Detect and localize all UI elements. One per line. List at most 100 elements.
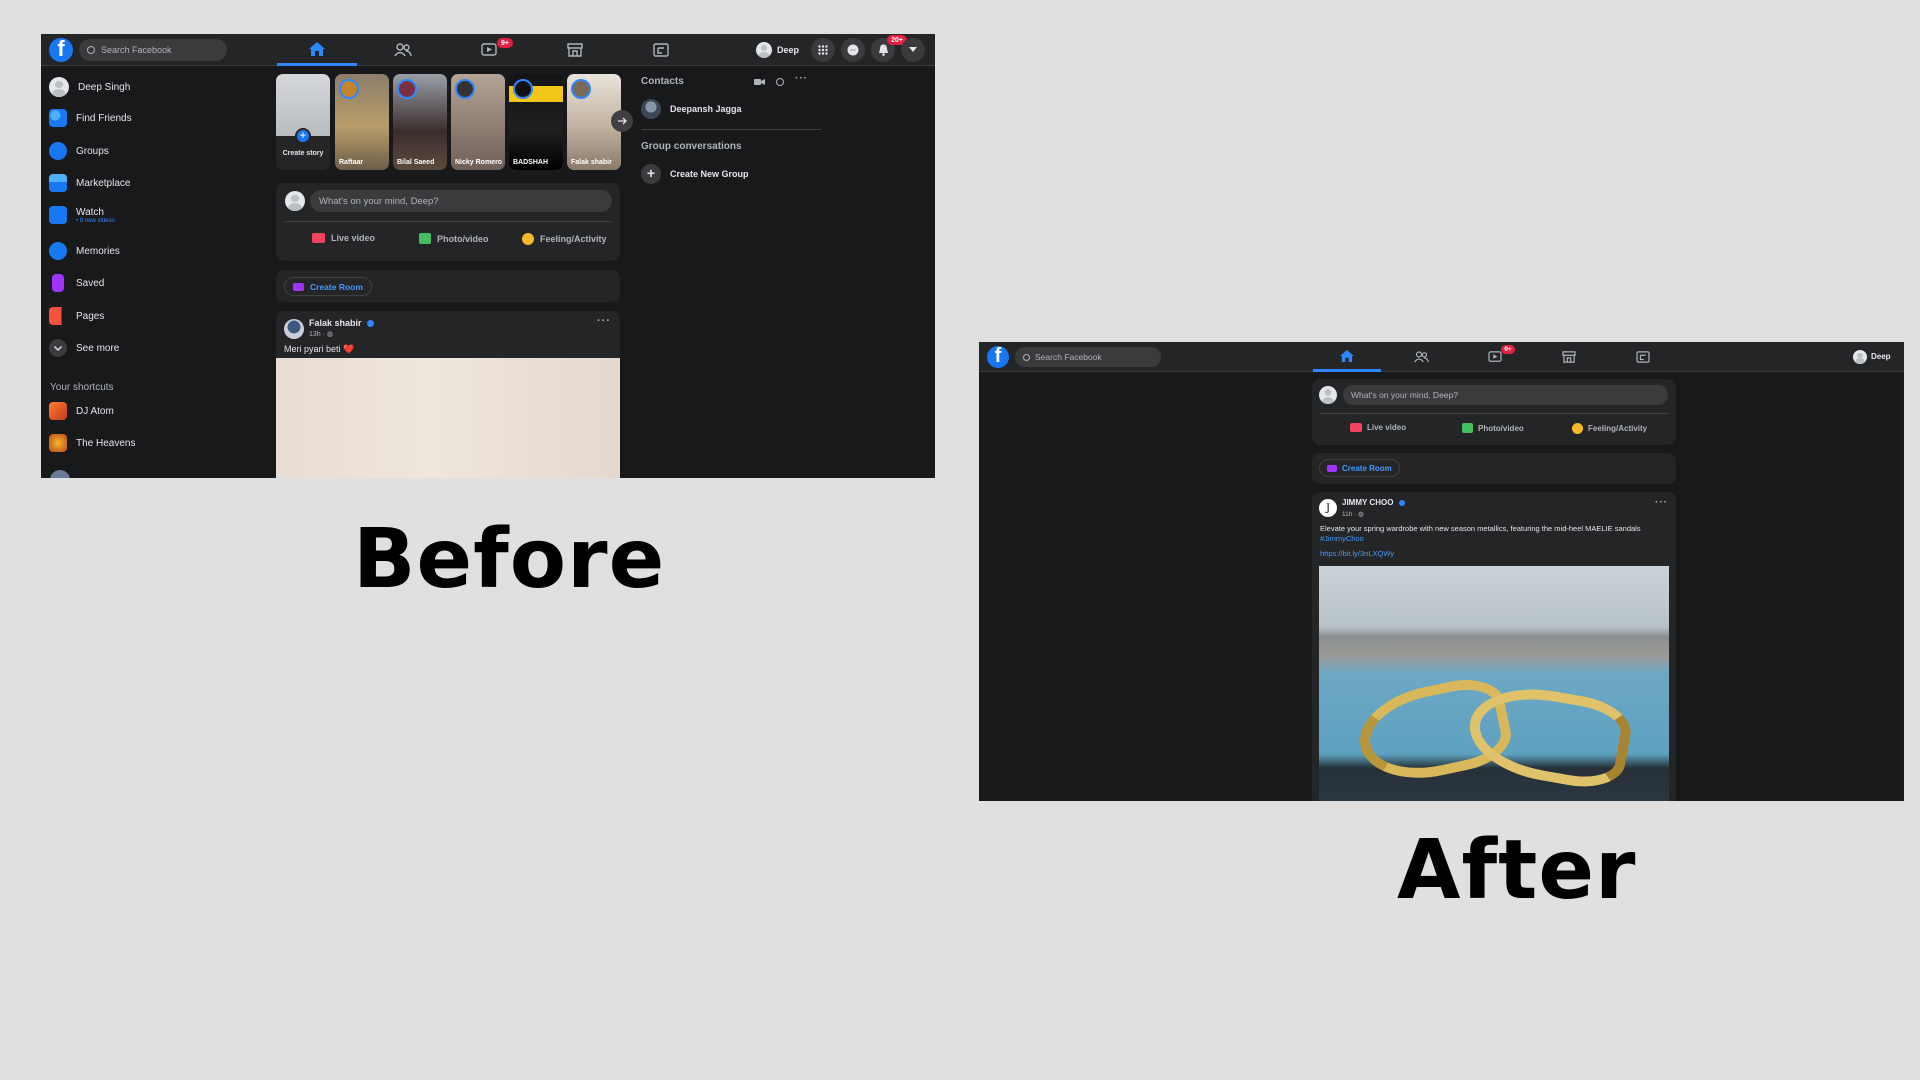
sidebar-item-find-friends[interactable]: Find Friends [49,109,132,127]
live-video-button[interactable]: Live video [312,233,375,243]
contacts-options-icon[interactable]: ··· [795,73,808,84]
composer-placeholder: What's on your mind, Deep? [319,195,439,207]
profile-name[interactable]: Deep [777,45,799,55]
sidebar-item-memories[interactable]: Memories [49,242,120,260]
post-hashtag-link[interactable]: #JimmyChoo [1320,534,1364,543]
story-card[interactable]: BADSHAH [509,74,563,170]
post-timestamp: 11h · [1342,511,1359,518]
story-card[interactable]: Raftaar [335,74,389,170]
post-options-icon[interactable]: ··· [1655,497,1668,508]
sidebar-item-profile[interactable]: Deep Singh [49,77,130,97]
left-sidebar: Deep Singh Find Friends Groups Marketpla… [41,66,261,478]
chevron-down-icon [49,339,67,357]
home-icon [309,41,325,56]
post-time: 11h · ◍ [1342,510,1364,518]
marketplace-icon [567,43,583,57]
tab-watch[interactable]: 9+ [1461,342,1529,372]
post-image[interactable] [276,358,620,478]
tab-marketplace[interactable] [1535,342,1603,372]
photo-video-button[interactable]: Photo/video [419,233,489,244]
sidebar-item-marketplace[interactable]: Marketplace [49,174,130,192]
composer-divider [1319,413,1669,414]
contact-item[interactable]: Deepansh Jagga [641,99,742,119]
plus-icon[interactable]: + [295,128,311,144]
tab-gaming[interactable] [621,34,701,66]
post-author[interactable]: Falak shabir [309,318,375,328]
live-video-button[interactable]: Live video [1350,423,1406,432]
create-room-button[interactable]: Create Room [284,277,372,296]
sidebar-item-pages[interactable]: Pages [49,307,104,325]
facebook-logo[interactable]: f [987,346,1009,368]
story-avatar [513,79,533,99]
post-url-link[interactable]: https://bit.ly/3nLXQWy [1320,549,1394,558]
post-author-avatar[interactable]: J [1319,499,1337,517]
memories-icon [49,242,67,260]
sidebar-item-label: Memories [76,245,120,257]
tab-home[interactable] [277,34,357,66]
sidebar-item-see-more[interactable]: See more [49,339,119,357]
live-video-icon [312,233,325,243]
new-room-icon[interactable] [754,78,765,86]
next-shortcut-avatar [50,470,70,478]
composer-divider [285,221,611,222]
search-contacts-icon[interactable] [776,78,784,86]
shortcut-label: The Heavens [76,437,136,449]
post-author-avatar[interactable] [284,319,304,339]
friends-icon [394,43,412,57]
composer-input[interactable]: What's on your mind, Deep? [310,190,612,212]
story-avatar [571,79,591,99]
dj-atom-icon [49,402,67,420]
feeling-activity-button[interactable]: Feeling/Activity [1572,423,1647,434]
story-name: Falak shabir [571,159,612,166]
story-create[interactable]: + Create story [276,74,330,170]
tab-home[interactable] [1313,342,1381,372]
rooms-card: Create Room [1312,453,1676,484]
search-bar[interactable]: Search Facebook [1015,347,1161,367]
post-author[interactable]: JIMMY CHOO [1342,498,1405,507]
profile-avatar[interactable] [756,42,772,58]
story-name: Nicky Romero [455,159,503,166]
story-card[interactable]: Bilal Saeed [393,74,447,170]
sidebar-item-label: Pages [76,310,105,322]
saved-icon [52,274,64,292]
menu-button[interactable] [811,38,835,62]
sidebar-item-groups[interactable]: Groups [49,142,109,160]
facebook-logo[interactable]: f [49,38,73,62]
sidebar-item-saved[interactable]: Saved [49,274,104,292]
search-bar[interactable]: Search Facebook [79,39,227,61]
tab-marketplace[interactable] [535,34,615,66]
sidebar-item-label: Watch [76,206,104,218]
feeling-activity-button[interactable]: Feeling/Activity [522,233,607,245]
messenger-button[interactable] [841,38,865,62]
post-author-name[interactable]: JIMMY CHOO [1342,498,1393,507]
post-author-name[interactable]: Falak shabir [309,318,362,328]
group-conversations-title: Group conversations [641,141,742,152]
tab-friends[interactable] [1387,342,1455,372]
stories-next-button[interactable] [611,110,633,132]
profile-name[interactable]: Deep [1871,352,1891,361]
post-options-icon[interactable]: ··· [597,315,611,327]
feed-post: Falak shabir 13h · ◍ ··· Meri pyari beti… [276,311,620,478]
profile-avatar[interactable] [1853,350,1867,364]
arrow-right-icon [617,117,627,125]
tab-watch[interactable]: 9+ [449,34,529,66]
create-room-button[interactable]: Create Room [1319,459,1400,477]
composer-avatar [1319,386,1337,404]
tab-gaming[interactable] [1609,342,1677,372]
friends-icon [49,109,67,127]
sidebar-item-watch[interactable]: Watch • 9 new videos [49,206,115,224]
shortcut-item[interactable]: The Heavens [49,434,135,452]
contact-avatar [641,99,661,119]
friends-icon [1413,351,1429,363]
watch-icon [49,206,67,224]
caret-down-icon [909,47,917,52]
post-image[interactable] [1319,566,1669,801]
shortcut-item[interactable]: DJ Atom [49,402,114,420]
composer-input[interactable]: What's on your mind, Deep? [1343,385,1668,405]
photo-video-label: Photo/video [437,233,489,244]
account-dropdown-button[interactable] [901,38,925,62]
story-card[interactable]: Nicky Romero [451,74,505,170]
photo-video-button[interactable]: Photo/video [1462,423,1524,433]
create-new-group-button[interactable]: + Create New Group [641,164,749,184]
tab-friends[interactable] [363,34,443,66]
